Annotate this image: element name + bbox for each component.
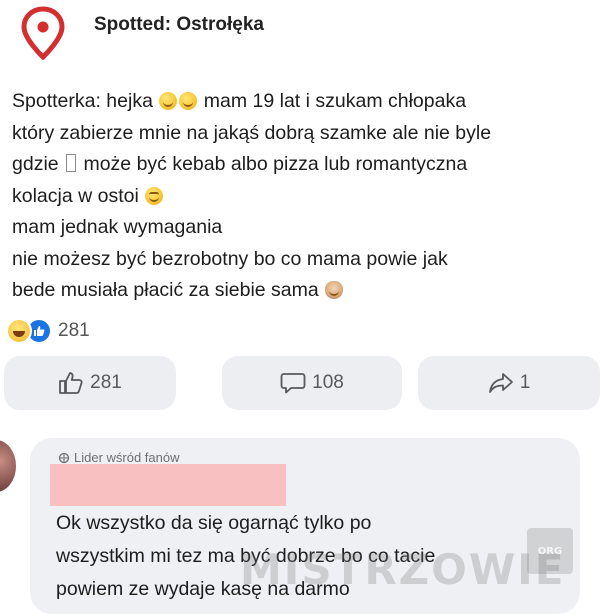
top-fan-badge: Lider wśród fanów [58,450,180,465]
post-text-segment: Spotterka: hejka [12,90,153,112]
reaction-count: 281 [58,320,90,341]
post-header [18,6,68,60]
post-screenshot: Spotted: Ostrołęka Spotterka: hejka mam … [0,0,600,614]
post-line: nie możesz być bezrobotny bo co mama pow… [12,247,448,270]
like-button[interactable]: 281 [4,356,176,410]
badge-icon [58,452,70,463]
post-text-segment: może być kebab albo pizza lub romantyczn… [83,153,468,175]
share-arrow-icon [488,373,513,393]
page-name[interactable]: Spotted: Ostrołęka [94,14,264,36]
watermark-text: MISTRZOWIE [240,545,566,594]
winking-emoji-icon [145,186,164,205]
grinning-emoji-icon [159,92,178,110]
redacted-commenter-name [50,464,286,506]
map-pin-icon[interactable] [18,6,68,60]
haha-icon [6,318,32,344]
see-no-evil-monkey-icon [325,281,344,299]
post-line: który zabierze mnie na jakąś dobrą szamk… [12,121,492,144]
post-text-segment: mam 19 lat i szukam chłopaka [203,90,467,112]
share-button[interactable]: 1 [418,356,600,410]
like-count: 281 [90,372,122,393]
watermark-badge: ORG [527,528,573,574]
share-count: 1 [519,372,531,393]
post-text-segment: bede musiała płacić za siebie sama [12,279,319,301]
grinning-emoji-icon [179,92,198,110]
post-line: kolacja w ostoi [12,181,592,213]
post-line: gdzie może być kebab albo pizza lub roma… [12,149,592,181]
comment-bubble-icon [280,373,306,394]
comment-count: 108 [312,372,344,393]
post-text: Spotterka: hejka mam 19 lat i szukam chł… [12,86,592,307]
badge-label: Lider wśród fanów [74,450,180,465]
post-text-segment: kolacja w ostoi [12,184,139,207]
reactions-summary[interactable]: 281 [6,318,90,344]
comment-line: Ok wszystko da się ogarnąć tylko po [56,512,372,534]
post-line: bede musiała płacić za siebie sama [12,275,592,307]
commenter-avatar[interactable] [0,440,16,492]
thumbs-up-icon [59,372,83,394]
post-text-segment: gdzie [12,153,59,175]
missing-glyph-icon [66,154,77,172]
post-line: mam jednak wymagania [12,216,223,238]
comment-button[interactable]: 108 [222,356,402,410]
post-line: Spotterka: hejka mam 19 lat i szukam chł… [12,86,592,118]
